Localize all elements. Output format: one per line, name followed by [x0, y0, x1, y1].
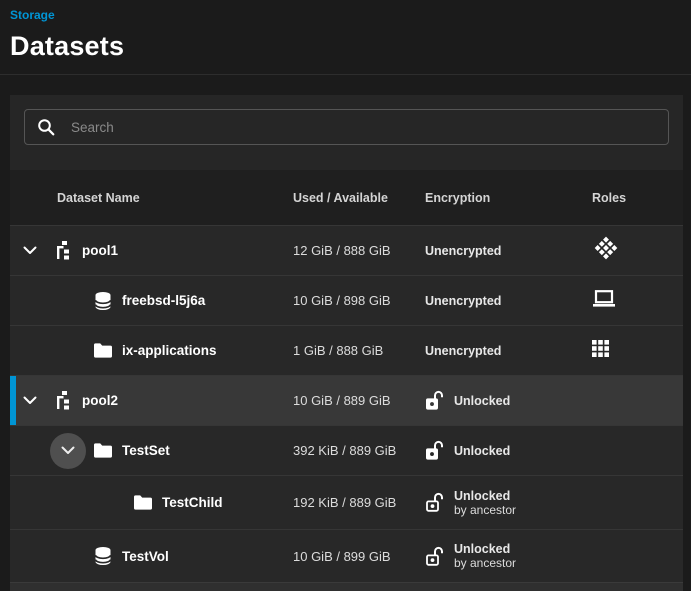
folder-icon	[133, 494, 153, 511]
encryption-status: Unlocked	[454, 489, 510, 503]
used-available-value: 10 GiB / 899 GiB	[293, 549, 425, 564]
encryption-status: Unlocked	[454, 444, 510, 458]
table-row-testchild[interactable]: TestChild 192 KiB / 889 GiB Unlocked by …	[10, 475, 683, 529]
column-dataset-name: Dataset Name	[10, 191, 293, 205]
page-header: Storage Datasets	[0, 0, 691, 62]
used-available-value: 392 KiB / 889 GiB	[293, 443, 425, 458]
encryption-status: Unlocked	[454, 394, 510, 408]
encryption-status: Unlocked	[454, 542, 510, 556]
zvol-database-icon	[93, 546, 113, 566]
dataset-name: pool1	[82, 243, 118, 258]
search-section	[10, 95, 683, 170]
column-used-available: Used / Available	[293, 191, 425, 205]
dataset-name-cell: pool2	[10, 391, 293, 410]
dataset-name-cell: freebsd-l5j6a	[10, 291, 293, 311]
header-divider	[0, 74, 691, 75]
dataset-name: ix-applications	[122, 343, 217, 358]
search-box[interactable]	[24, 109, 669, 145]
next-row-partial	[10, 582, 683, 591]
column-encryption: Encryption	[425, 191, 570, 205]
dataset-root-icon	[54, 241, 73, 260]
folder-icon	[93, 442, 113, 459]
encryption-status: Unencrypted	[425, 244, 501, 258]
used-available-value: 192 KiB / 889 GiB	[293, 495, 425, 510]
column-roles: Roles	[570, 191, 683, 205]
chevron-down-icon[interactable]	[23, 396, 37, 405]
dataset-name-cell: ix-applications	[10, 342, 293, 359]
lock-open-filled-icon	[425, 440, 444, 461]
dataset-name: TestVol	[122, 549, 169, 564]
dataset-name-cell: pool1	[10, 241, 293, 260]
folder-icon	[93, 342, 113, 359]
table-row-pool2[interactable]: pool2 10 GiB / 889 GiB Unlocked	[10, 375, 683, 425]
used-available-value: 10 GiB / 889 GiB	[293, 393, 425, 408]
lock-open-outline-icon	[425, 546, 444, 567]
dataset-name: TestSet	[122, 443, 170, 458]
encryption-status-sub: by ancestor	[454, 503, 516, 517]
encryption-status-sub: by ancestor	[454, 556, 516, 570]
dataset-name: freebsd-l5j6a	[122, 293, 205, 308]
expand-toggle-button[interactable]	[50, 433, 86, 469]
encryption-status: Unencrypted	[425, 294, 501, 308]
dataset-name: TestChild	[162, 495, 223, 510]
table-row-testvol[interactable]: TestVol 10 GiB / 899 GiB Unlocked by anc…	[10, 529, 683, 582]
encryption-status: Unencrypted	[425, 344, 501, 358]
table-row-freebsd-l5j6a[interactable]: freebsd-l5j6a 10 GiB / 898 GiB Unencrypt…	[10, 275, 683, 325]
search-icon	[37, 118, 55, 136]
table-row-pool1[interactable]: pool1 12 GiB / 888 GiB Unencrypted	[10, 225, 683, 275]
system-dataset-weave-icon	[592, 236, 620, 265]
lock-open-outline-icon	[425, 492, 444, 513]
datasets-page: Storage Datasets Dataset Name Used / Ava…	[0, 0, 691, 591]
page-title: Datasets	[10, 31, 691, 62]
used-available-value: 12 GiB / 888 GiB	[293, 243, 425, 258]
dataset-name: pool2	[82, 393, 118, 408]
vm-laptop-icon	[592, 290, 616, 312]
zvol-database-icon	[93, 291, 113, 311]
chevron-down-icon[interactable]	[23, 246, 37, 255]
lock-open-filled-icon	[425, 390, 444, 411]
used-available-value: 10 GiB / 898 GiB	[293, 293, 425, 308]
table-header: Dataset Name Used / Available Encryption…	[10, 170, 683, 225]
dataset-name-cell: TestSet	[10, 433, 293, 469]
chevron-down-icon	[61, 446, 75, 455]
breadcrumb-storage-link[interactable]: Storage	[10, 8, 55, 22]
used-available-value: 1 GiB / 888 GiB	[293, 343, 425, 358]
dataset-name-cell: TestVol	[10, 546, 293, 566]
dataset-name-cell: TestChild	[10, 494, 293, 511]
search-input[interactable]	[69, 119, 656, 136]
datasets-card: Dataset Name Used / Available Encryption…	[10, 95, 683, 591]
table-row-ix-applications[interactable]: ix-applications 1 GiB / 888 GiB Unencryp…	[10, 325, 683, 375]
table-row-testset[interactable]: TestSet 392 KiB / 889 GiB Unlocked	[10, 425, 683, 475]
dataset-root-icon	[54, 391, 73, 410]
apps-grid-icon	[592, 340, 609, 362]
